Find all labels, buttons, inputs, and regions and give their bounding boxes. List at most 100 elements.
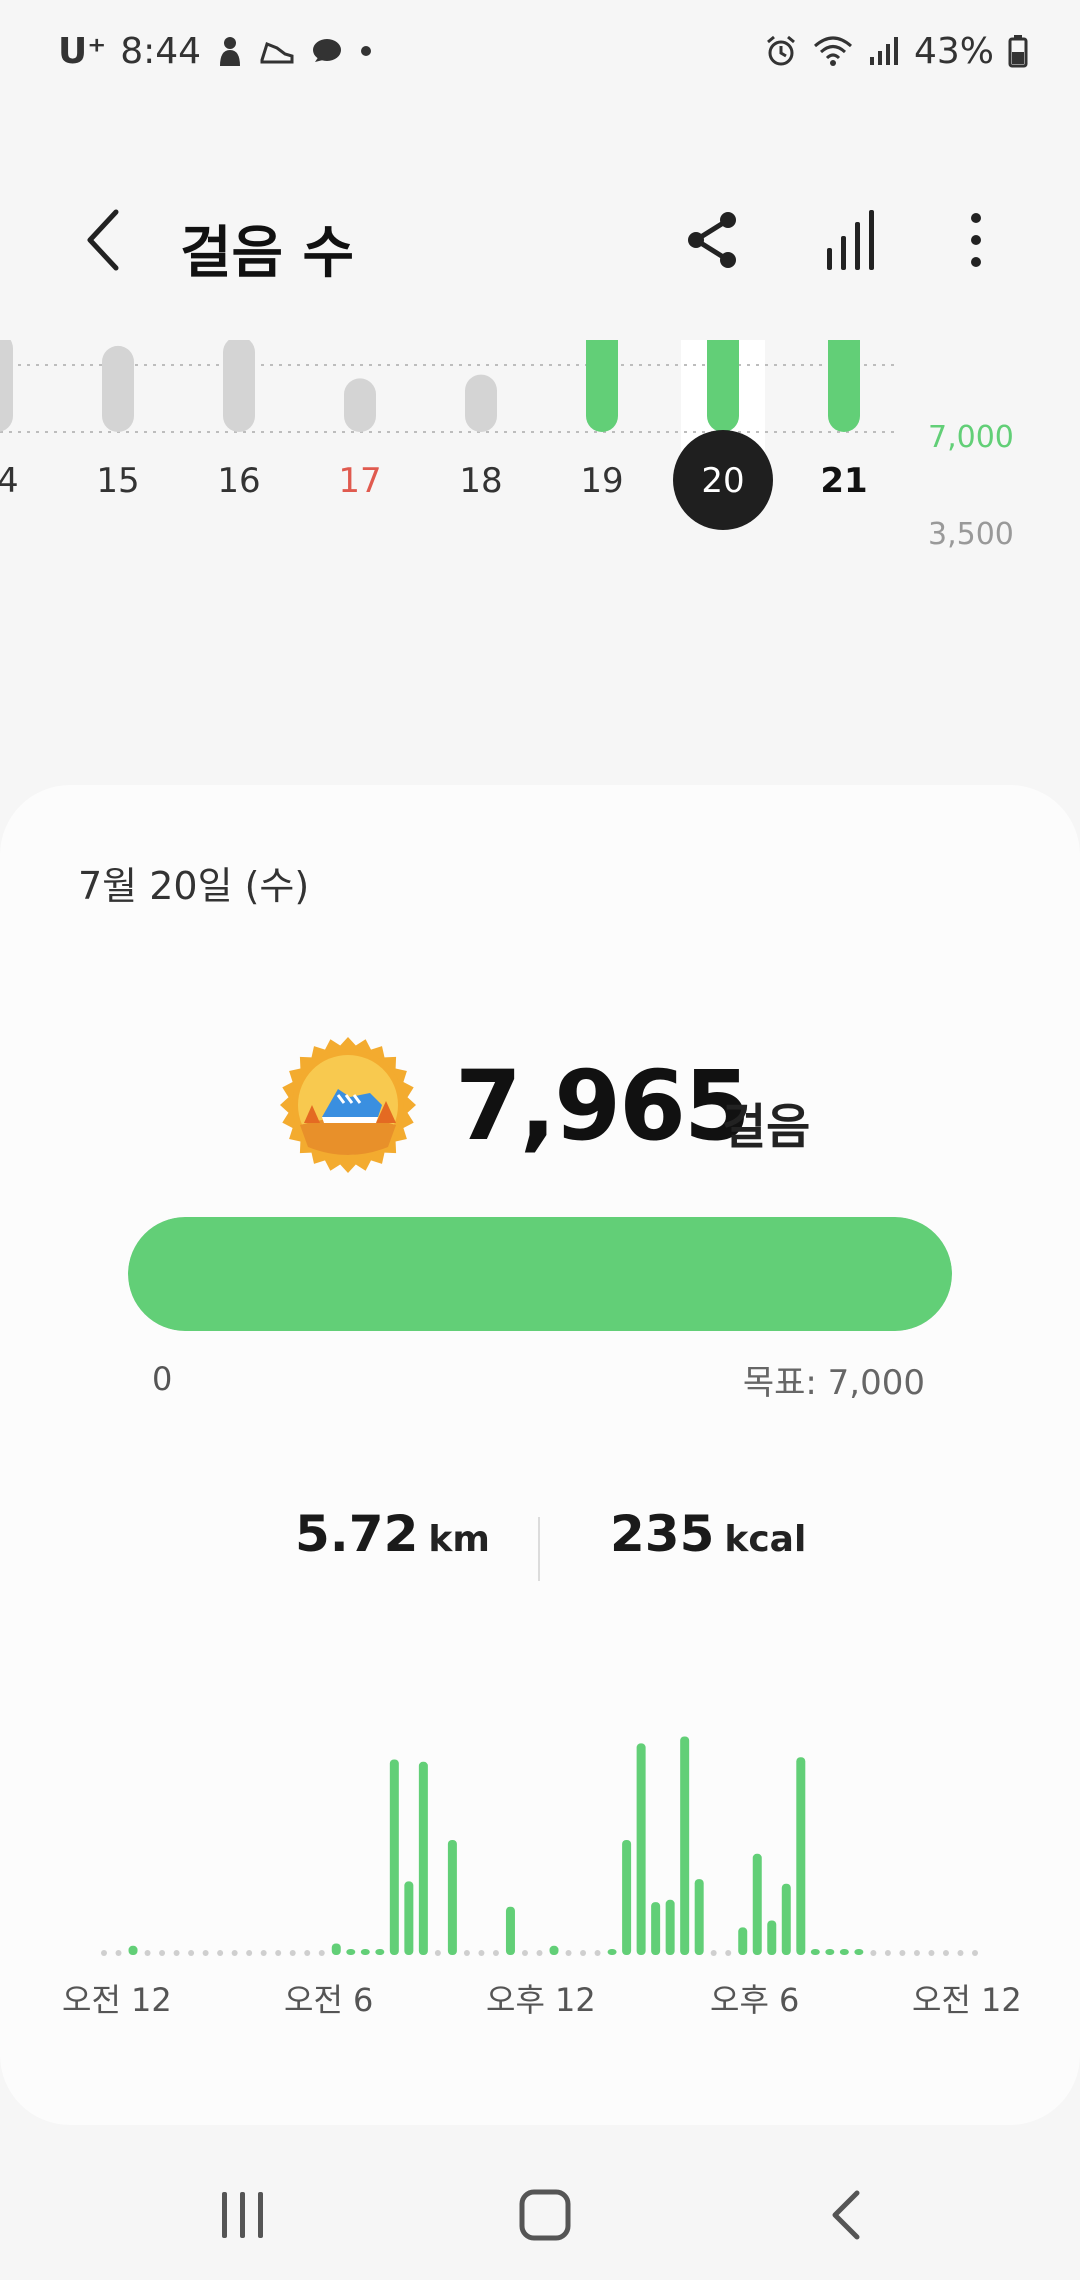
distance-value: 5.72 bbox=[295, 1505, 419, 1563]
day-label: 20 bbox=[701, 461, 744, 501]
trends-button[interactable] bbox=[811, 200, 891, 280]
distance-stat: 5.72 km bbox=[295, 1505, 490, 1595]
hour-label-midnight-end: 오전 12 bbox=[912, 1981, 1022, 2019]
hour-bar bbox=[694, 1879, 704, 1955]
bubble-icon bbox=[309, 36, 343, 66]
hour-bar bbox=[505, 1906, 515, 1955]
battery-icon bbox=[1008, 34, 1028, 68]
hour-bar bbox=[665, 1899, 675, 1955]
day-label: 21 bbox=[820, 461, 867, 501]
goal-progress-bar bbox=[128, 1217, 952, 1331]
stats-divider bbox=[538, 1517, 540, 1581]
hour-bar bbox=[622, 1840, 632, 1955]
progress-min-label: 0 bbox=[152, 1360, 173, 1398]
battery-percent: 43% bbox=[913, 30, 994, 72]
hour-empty-dot bbox=[202, 1950, 209, 1956]
goal-badge-icon bbox=[278, 1035, 418, 1175]
steps-count: 7,965 bbox=[455, 1050, 751, 1162]
hour-bar bbox=[389, 1759, 399, 1955]
system-nav-bar bbox=[0, 2140, 1080, 2280]
recent-apps-icon bbox=[222, 2192, 263, 2238]
date-label: 7월 20일 (수) bbox=[78, 864, 310, 908]
hour-empty-dot bbox=[594, 1950, 601, 1956]
hour-bar bbox=[418, 1761, 428, 1955]
more-button[interactable] bbox=[936, 200, 1016, 280]
hour-bar bbox=[331, 1943, 341, 1955]
weekly-steps-chart: 14 15 16 17 18 19 20 21 7,000 3,500 bbox=[0, 340, 1080, 770]
hour-bar bbox=[839, 1949, 849, 1955]
week-bar bbox=[102, 345, 134, 432]
hour-empty-dot bbox=[957, 1950, 964, 1956]
hour-bar bbox=[854, 1949, 864, 1955]
hour-empty-dot bbox=[521, 1950, 528, 1956]
hour-empty-dot bbox=[972, 1950, 978, 1956]
hour-empty-dot bbox=[434, 1950, 441, 1956]
goal-progress-fill bbox=[128, 1217, 952, 1331]
hour-empty-dot bbox=[870, 1950, 877, 1956]
hour-empty-dot bbox=[289, 1950, 296, 1956]
week-bar bbox=[586, 340, 618, 432]
hour-bar bbox=[375, 1949, 385, 1955]
hour-bar bbox=[796, 1757, 806, 1955]
weekly-chart-svg: 14 15 16 17 18 19 20 21 bbox=[0, 340, 895, 530]
hour-bar bbox=[781, 1883, 791, 1955]
hour-bar bbox=[128, 1945, 138, 1955]
day-label: 15 bbox=[96, 461, 139, 501]
hour-empty-dot bbox=[304, 1950, 311, 1956]
hour-empty-dot bbox=[101, 1950, 107, 1956]
hour-empty-dot bbox=[115, 1950, 122, 1956]
hour-bar bbox=[810, 1949, 820, 1955]
hour-bar bbox=[651, 1902, 661, 1955]
hour-empty-dot bbox=[318, 1950, 325, 1956]
hour-bar bbox=[447, 1840, 457, 1955]
hour-label-6am: 오전 6 bbox=[284, 1981, 374, 2019]
mascot-icon bbox=[215, 34, 245, 68]
hour-empty-dot bbox=[565, 1950, 572, 1956]
hour-bar bbox=[825, 1949, 835, 1955]
hour-empty-dot bbox=[275, 1950, 282, 1956]
day-label: 16 bbox=[217, 461, 260, 501]
hour-bar bbox=[636, 1743, 646, 1955]
carrier-label: U⁺ bbox=[58, 30, 107, 72]
hour-bar bbox=[738, 1927, 748, 1955]
hour-empty-dot bbox=[144, 1950, 151, 1956]
status-bar-left: U⁺ 8:44 bbox=[58, 26, 375, 76]
hour-bar bbox=[549, 1945, 559, 1955]
week-bar bbox=[223, 340, 255, 432]
signal-icon bbox=[868, 35, 900, 67]
hour-empty-dot bbox=[478, 1950, 485, 1956]
bar-chart-icon bbox=[827, 210, 874, 270]
steps-unit: 걸음 bbox=[722, 1099, 811, 1155]
calories-unit: kcal bbox=[724, 1519, 807, 1560]
status-bar: U⁺ 8:44 43% bbox=[0, 0, 1080, 100]
hour-empty-dot bbox=[492, 1950, 499, 1956]
clock: 8:44 bbox=[120, 30, 202, 72]
more-icon bbox=[971, 213, 981, 267]
hour-empty-dot bbox=[725, 1950, 732, 1956]
hour-bar bbox=[767, 1920, 777, 1955]
share-button[interactable] bbox=[672, 200, 752, 280]
hour-label-midnight-start: 오전 12 bbox=[62, 1981, 172, 2019]
week-bar bbox=[0, 340, 13, 432]
hour-bar bbox=[404, 1881, 414, 1955]
hour-empty-dot bbox=[928, 1950, 935, 1956]
nav-back-button[interactable] bbox=[800, 2175, 890, 2255]
recent-apps-button[interactable] bbox=[198, 2175, 288, 2255]
home-button[interactable] bbox=[500, 2175, 590, 2255]
progress-goal-label: 목표: 7,000 bbox=[742, 1363, 925, 1403]
hour-bar bbox=[607, 1949, 617, 1955]
week-bar bbox=[465, 374, 497, 432]
hour-empty-dot bbox=[913, 1950, 920, 1956]
nav-back-icon bbox=[832, 2190, 860, 2240]
home-icon bbox=[519, 2189, 571, 2241]
app-bar: 걸음 수 bbox=[0, 180, 1080, 300]
hour-bar bbox=[680, 1736, 690, 1955]
hour-empty-dot bbox=[260, 1950, 267, 1956]
week-bar bbox=[828, 340, 860, 432]
week-bar bbox=[707, 340, 739, 432]
back-button[interactable] bbox=[64, 200, 144, 280]
hourly-chart-svg bbox=[101, 1736, 978, 1956]
gridline-label-goal: 7,000 bbox=[928, 420, 1014, 455]
hour-empty-dot bbox=[246, 1950, 253, 1956]
hour-empty-dot bbox=[899, 1950, 906, 1956]
